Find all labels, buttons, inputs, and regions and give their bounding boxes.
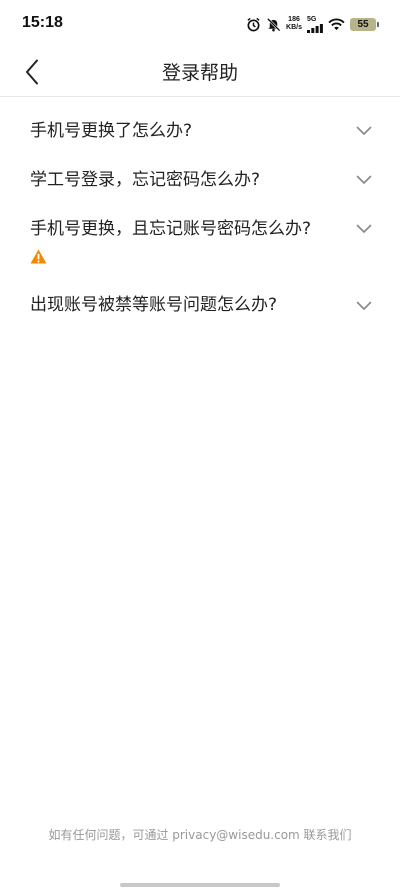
battery-icon: 55 — [350, 17, 379, 31]
faq-item-forgot-password[interactable]: 学工号登录，忘记密码怎么办? — [0, 168, 400, 192]
status-bar: 15:18 186 KB/s 5G 55 — [0, 0, 400, 48]
chevron-down-icon[interactable] — [356, 301, 372, 311]
signal-label: 5G — [307, 15, 317, 23]
home-indicator[interactable] — [120, 883, 280, 887]
status-time: 15:18 — [22, 14, 63, 31]
mute-icon — [267, 17, 281, 31]
faq-question: 手机号更换了怎么办? — [30, 121, 193, 141]
status-icons: 186 KB/s 5G 55 — [246, 14, 379, 34]
faq-question: 学工号登录，忘记密码怎么办? — [30, 170, 261, 190]
net-speed: 186 KB/s — [286, 16, 302, 32]
faq-question: 出现账号被禁等账号问题怎么办? — [30, 295, 278, 315]
warning-icon — [30, 249, 47, 264]
faq-item-account-banned[interactable]: 出现账号被禁等账号问题怎么办? — [0, 293, 400, 317]
alarm-icon — [247, 17, 260, 31]
net-speed-unit: KB/s — [286, 24, 302, 31]
battery-level: 55 — [357, 18, 369, 30]
wifi-icon — [328, 18, 345, 30]
chevron-down-icon[interactable] — [356, 175, 372, 185]
page-title: 登录帮助 — [161, 62, 238, 84]
net-speed-value: 186 — [288, 16, 300, 23]
signal-indicator: 5G — [307, 16, 323, 33]
faq-item-phone-and-password[interactable]: 手机号更换，且忘记账号密码怎么办? — [0, 217, 400, 264]
faq-question: 手机号更换，且忘记账号密码怎么办? — [30, 219, 312, 239]
faq-item-phone-changed[interactable]: 手机号更换了怎么办? — [0, 119, 400, 143]
nav-bar: 登录帮助 — [0, 48, 400, 97]
footer-contact-note: 如有任何问题，可通过 privacy@wisedu.com 联系我们 — [48, 828, 352, 842]
chevron-down-icon[interactable] — [356, 224, 372, 234]
chevron-down-icon[interactable] — [356, 126, 372, 136]
signal-icon — [307, 23, 323, 33]
